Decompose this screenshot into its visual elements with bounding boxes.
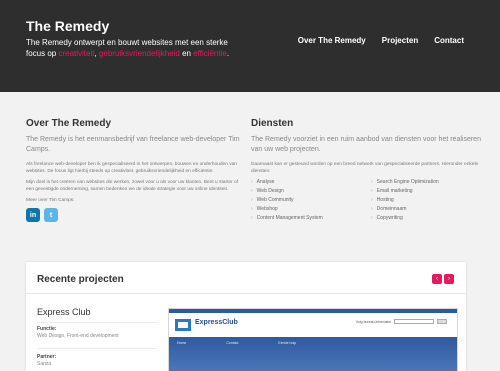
prev-arrow-icon[interactable]: ‹ — [432, 274, 442, 284]
partner-value: Sanza — [37, 361, 52, 367]
list-item: › Email marketing — [371, 188, 481, 195]
services-list: › Analyse › Search Engine Optimization › We… — [251, 179, 481, 222]
preview-top-bar — [169, 309, 457, 313]
divider — [37, 322, 157, 323]
services-section: Diensten The Remedy voorziet in een ruim… — [251, 118, 481, 222]
arrow-bullet-icon: › — [371, 197, 373, 203]
arrow-bullet-icon: › — [371, 188, 373, 194]
twitter-icon[interactable]: t — [44, 208, 58, 222]
service-label: Hosting — [376, 197, 394, 203]
nav-item-contact[interactable]: Contact — [434, 36, 464, 45]
service-label: Content Management System — [256, 215, 323, 221]
list-item: › Web Design — [251, 188, 361, 195]
arrow-bullet-icon: › — [251, 179, 253, 185]
list-item: › Copywriting — [371, 215, 481, 222]
about-paragraph-2: Mijn doel is het creëren van websites di… — [26, 180, 238, 192]
nav-item-projecten[interactable]: Projecten — [382, 36, 418, 45]
preview-tab: Contact — [226, 341, 239, 345]
tagline-end: . — [226, 49, 230, 58]
card-header: Recente projecten ‹ › — [26, 262, 466, 294]
function-label: Functie: — [37, 326, 57, 332]
arrow-bullet-icon: › — [251, 206, 253, 212]
arrow-bullet-icon: › — [251, 215, 253, 221]
list-item: › Hosting — [371, 197, 481, 204]
preview-search: Volg bureau-informatie — [356, 319, 447, 324]
function-value: Web Design, Front-end development — [37, 333, 119, 339]
project-function: Functie: Web Design, Front-end developme… — [37, 326, 157, 340]
service-label: Domeinnaam — [376, 206, 407, 212]
list-item: › Content Management System — [251, 215, 361, 222]
preview-search-button — [437, 319, 447, 324]
service-label: Analyse — [256, 179, 275, 185]
list-item: › Domeinnaam — [371, 206, 481, 213]
list-item: › Analyse — [251, 179, 361, 186]
site-header: The Remedy The Remedy ontwerpt en bouwt … — [0, 0, 500, 92]
recent-projects-card: Recente projecten ‹ › Express Club Funct… — [26, 262, 466, 371]
tagline-highlight-creativity: creativiteit — [58, 49, 95, 58]
nav-item-over[interactable]: Over The Remedy — [298, 36, 366, 45]
linkedin-icon[interactable]: in — [26, 208, 40, 222]
arrow-bullet-icon: › — [371, 215, 373, 221]
preview-search-label: Volg bureau-informatie — [355, 319, 391, 324]
project-partner: Partner: Sanza — [37, 354, 157, 368]
divider — [37, 348, 157, 349]
tagline-highlight-usability: gebruiksvriendelijkheid — [98, 49, 180, 58]
next-arrow-icon[interactable]: › — [444, 274, 454, 284]
arrow-bullet-icon: › — [371, 206, 373, 212]
tagline: The Remedy ontwerpt en bouwt websites me… — [26, 37, 246, 59]
service-label: Copywriting — [376, 215, 403, 221]
services-paragraph: Daarnaast kan er gesteund worden op een … — [251, 162, 479, 174]
preview-title: ExpressClub — [195, 319, 238, 326]
project-title[interactable]: Express Club — [37, 307, 91, 317]
services-lead: The Remedy voorziet in een ruim aanbod v… — [251, 136, 481, 153]
services-title: Diensten — [251, 118, 294, 129]
about-title: Over The Remedy — [26, 118, 112, 129]
tagline-sep: en — [179, 49, 194, 58]
preview-tab: Home — [177, 341, 187, 345]
amex-logo-icon — [175, 319, 191, 331]
preview-tabs: Home Contact Eerste hulp — [177, 341, 296, 345]
arrow-bullet-icon: › — [251, 188, 253, 194]
preview-tab: Eerste hulp — [278, 341, 297, 345]
service-label: Search Engine Optimization — [376, 179, 439, 185]
service-label: Email marketing — [376, 188, 413, 194]
partner-label: Partner: — [37, 354, 57, 360]
preview-search-box — [394, 319, 434, 324]
project-screenshot[interactable]: ExpressClub Volg bureau-informatie Home … — [168, 308, 458, 371]
list-item: › Webshop — [251, 206, 361, 213]
carousel-controls: ‹ › — [432, 274, 454, 284]
service-label: Webshop — [256, 206, 278, 212]
tagline-highlight-efficiency: efficiëntie — [193, 49, 227, 58]
list-item: › Web Community — [251, 197, 361, 204]
list-item: › Search Engine Optimization — [371, 179, 481, 186]
about-lead: The Remedy is het eenmansbedrijf van fre… — [26, 136, 240, 153]
about-section: Over The Remedy The Remedy is het eenman… — [26, 118, 246, 222]
main-nav: Over The Remedy Projecten Contact — [298, 36, 500, 45]
about-paragraph-1: Als freelance web-developer ben ik gespe… — [26, 162, 237, 174]
site-logo[interactable]: The Remedy — [26, 18, 109, 34]
recent-projects-title: Recente projecten — [37, 274, 124, 285]
about-paragraph-3: Meer over Tim Camps: — [26, 198, 75, 203]
arrow-bullet-icon: › — [251, 197, 253, 203]
service-label: Web Community — [256, 197, 294, 203]
service-label: Web Design — [256, 188, 284, 194]
social-links: in t — [26, 208, 246, 222]
arrow-bullet-icon: › — [371, 179, 373, 185]
